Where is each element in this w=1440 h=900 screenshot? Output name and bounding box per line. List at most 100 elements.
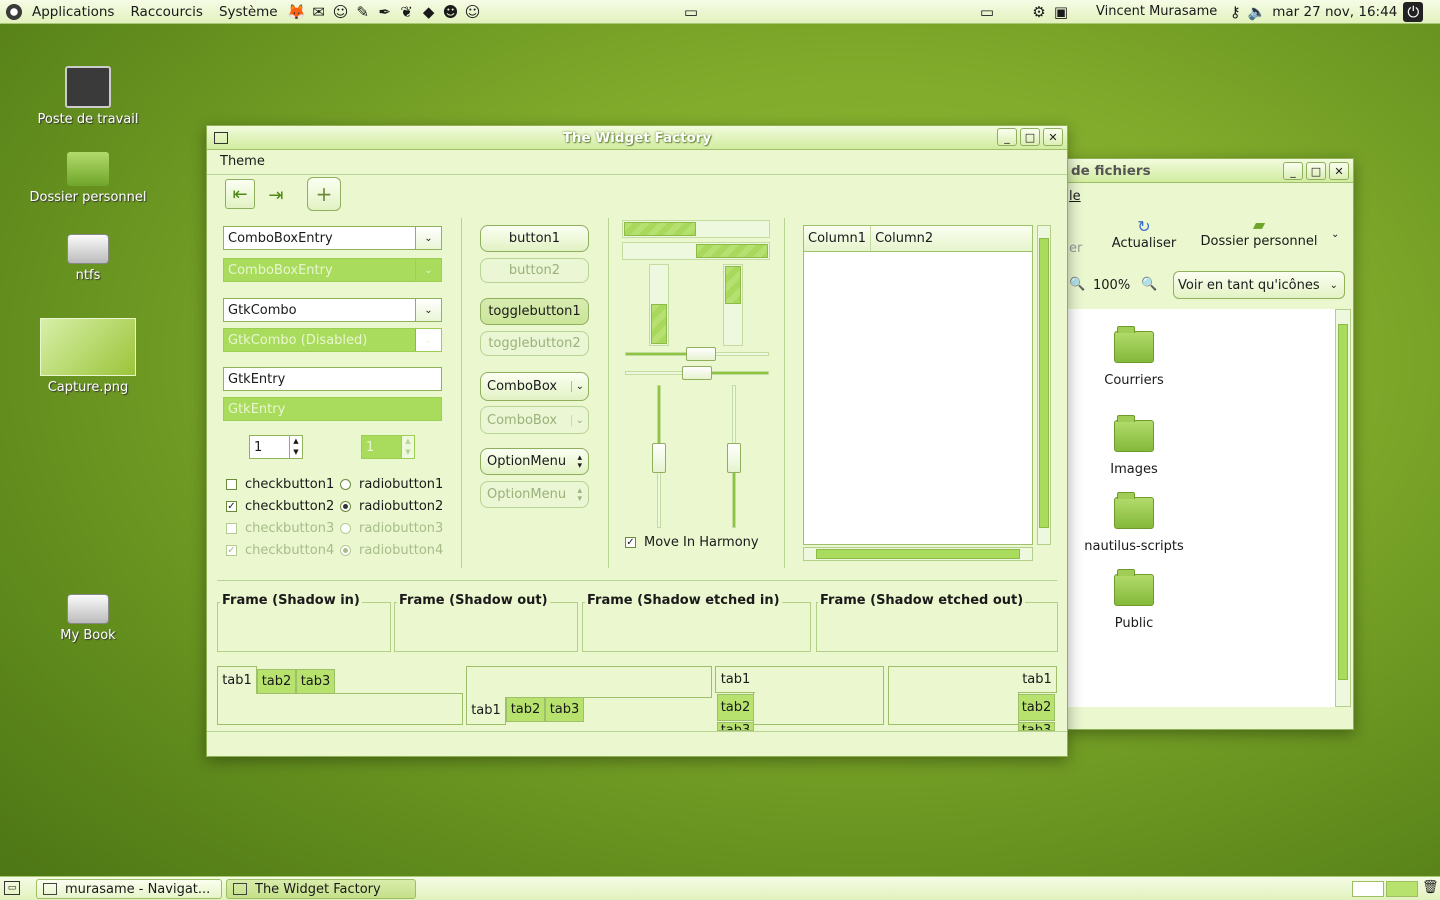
gtk-combo[interactable]: GtkCombo ⌄ xyxy=(223,298,442,322)
scale-knob[interactable] xyxy=(686,347,716,361)
radiobutton1[interactable]: radiobutton1 xyxy=(340,477,443,492)
checkbutton2[interactable]: ✓ checkbutton2 xyxy=(226,499,334,514)
task-browser[interactable]: murasame - Navigat... xyxy=(36,879,222,899)
tab1[interactable]: tab1 xyxy=(217,666,257,694)
tab2[interactable]: tab2 xyxy=(1018,694,1055,721)
desktop-icon-ntfs[interactable]: ntfs xyxy=(18,234,158,283)
tab2[interactable]: tab2 xyxy=(257,669,296,694)
tab1[interactable]: tab1 xyxy=(1018,666,1057,693)
tab1[interactable]: tab1 xyxy=(715,666,755,693)
hscale-2[interactable] xyxy=(625,366,769,380)
desktop-icon-mybook[interactable]: My Book xyxy=(18,594,158,643)
messenger-icon[interactable]: ☺ xyxy=(331,2,351,22)
folder-item[interactable]: Public xyxy=(1069,569,1199,631)
reload-button[interactable]: ↻ Actualiser xyxy=(1109,217,1179,251)
scale-knob[interactable] xyxy=(682,366,712,380)
workspace-2[interactable] xyxy=(1386,881,1418,897)
cube-icon[interactable]: ◆ xyxy=(419,2,439,22)
inkscape-icon[interactable]: ✒ xyxy=(375,2,395,22)
back-button[interactable]: ⇤ xyxy=(225,179,255,209)
chevron-down-icon[interactable]: ⌄ xyxy=(415,299,441,321)
move-in-harmony-check[interactable]: ✓ Move In Harmony xyxy=(625,535,759,550)
workspace-1[interactable] xyxy=(1352,881,1384,897)
scale-knob[interactable] xyxy=(652,443,666,473)
vertical-scrollbar[interactable] xyxy=(1037,225,1051,545)
forward-button[interactable]: ⇥ xyxy=(261,181,291,209)
button1[interactable]: button1 xyxy=(480,225,589,252)
tab1[interactable]: tab1 xyxy=(466,697,506,725)
togglebutton1[interactable]: togglebutton1 xyxy=(480,298,589,325)
scrollbar-thumb[interactable] xyxy=(1338,324,1348,680)
show-desktop-icon[interactable]: ▭ xyxy=(4,881,20,895)
gtk-entry[interactable]: GtkEntry xyxy=(223,367,442,391)
column-header[interactable]: Column1 xyxy=(804,226,872,251)
maximize-button[interactable]: □ xyxy=(1306,162,1326,180)
toolbar-overflow-icon[interactable]: ⌄ xyxy=(1331,229,1339,240)
tab2[interactable]: tab2 xyxy=(717,694,754,721)
maximize-button[interactable]: □ xyxy=(1020,128,1040,146)
icon-view[interactable]: Courriers Images nautilus-scripts Public xyxy=(1067,309,1335,707)
volume-icon[interactable]: 🔈 xyxy=(1247,2,1267,22)
tab3[interactable]: tab3 xyxy=(1018,722,1055,731)
power-icon[interactable]: ⏻ xyxy=(1403,1,1424,22)
plant-icon[interactable]: ❦ xyxy=(397,2,417,22)
add-button[interactable]: + xyxy=(307,177,341,211)
vscale-1[interactable] xyxy=(652,385,666,528)
tab3[interactable]: tab3 xyxy=(545,697,584,722)
folder-applet-icon-2[interactable]: ▭ xyxy=(977,2,997,22)
folder-item[interactable]: Courriers xyxy=(1069,326,1199,388)
minimize-button[interactable]: _ xyxy=(997,128,1017,146)
zoom-out-icon[interactable]: 🔍 xyxy=(1069,277,1085,292)
menu-fragment[interactable]: le xyxy=(1069,189,1081,204)
close-button[interactable]: ✕ xyxy=(1043,128,1063,146)
users-icon[interactable]: ☺ xyxy=(463,2,483,22)
home-button[interactable]: ▰ Dossier personnel xyxy=(1197,215,1321,249)
combobox[interactable]: ComboBox ⌄ xyxy=(480,372,589,401)
toolbar-fragment[interactable]: er xyxy=(1069,241,1082,256)
folder-applet-icon[interactable]: ▭ xyxy=(681,2,701,22)
optionmenu[interactable]: OptionMenu ▴ ▾ xyxy=(480,448,589,475)
clock[interactable]: mar 27 nov, 16:44 xyxy=(1272,4,1397,20)
pidgin-icon[interactable]: ☻ xyxy=(441,2,461,22)
vscale-2[interactable] xyxy=(727,385,741,528)
trash-icon[interactable]: 🗑 xyxy=(1422,880,1439,895)
firefox-icon[interactable]: 🦊 xyxy=(287,2,307,22)
keyring-icon[interactable]: ⚷ xyxy=(1225,2,1245,22)
gimp-icon[interactable]: ✎ xyxy=(353,2,373,22)
ubuntu-logo-icon[interactable] xyxy=(4,1,24,22)
spin-arrows-icon[interactable]: ▲ ▼ xyxy=(289,436,302,458)
chevron-down-icon[interactable]: ⌄ xyxy=(415,227,441,249)
menu-systeme[interactable]: Système xyxy=(211,4,286,20)
desktop-icon-computer[interactable]: Poste de travail xyxy=(18,66,158,127)
horizontal-scrollbar[interactable] xyxy=(803,547,1033,561)
folder-item[interactable]: Images xyxy=(1069,415,1199,477)
tree-view[interactable]: Column1 Column2 xyxy=(803,225,1033,545)
view-mode-select[interactable]: Voir en tant qu'icônes ⌄ xyxy=(1173,271,1345,299)
menu-applications[interactable]: Applications xyxy=(24,4,122,20)
minimize-button[interactable]: _ xyxy=(1283,162,1303,180)
desktop-icon-capture[interactable]: Capture.png xyxy=(18,318,158,395)
scale-knob[interactable] xyxy=(727,443,741,473)
checkbutton1[interactable]: checkbutton1 xyxy=(226,477,334,492)
combo-box-entry[interactable]: ComboBoxEntry ⌄ xyxy=(223,226,442,250)
tab3[interactable]: tab3 xyxy=(717,722,754,731)
terminal-icon[interactable]: ▣ xyxy=(1051,2,1071,22)
scrollbar-thumb[interactable] xyxy=(1039,238,1049,528)
settings-icon[interactable]: ⚙ xyxy=(1029,2,1049,22)
menu-theme[interactable]: Theme xyxy=(220,154,265,169)
tab3[interactable]: tab3 xyxy=(296,669,335,694)
user-name[interactable]: Vincent Murasame xyxy=(1096,4,1217,19)
menu-raccourcis[interactable]: Raccourcis xyxy=(122,4,210,20)
window-menu-icon[interactable] xyxy=(214,131,228,144)
task-widget-factory[interactable]: The Widget Factory xyxy=(226,879,416,899)
radiobutton2[interactable]: radiobutton2 xyxy=(340,499,443,514)
column-header[interactable]: Column2 xyxy=(871,226,937,251)
folder-item[interactable]: nautilus-scripts xyxy=(1069,492,1199,554)
widget-factory-titlebar[interactable]: The Widget Factory _ □ ✕ xyxy=(207,126,1067,150)
mail-icon[interactable]: ✉ xyxy=(309,2,329,22)
desktop-icon-home[interactable]: Dossier personnel xyxy=(18,152,158,205)
vertical-scrollbar[interactable] xyxy=(1335,309,1351,707)
scrollbar-thumb[interactable] xyxy=(816,549,1020,559)
file-manager-titlebar[interactable]: de fichiers _ □ ✕ xyxy=(1067,159,1353,183)
hscale-1[interactable] xyxy=(625,347,769,361)
